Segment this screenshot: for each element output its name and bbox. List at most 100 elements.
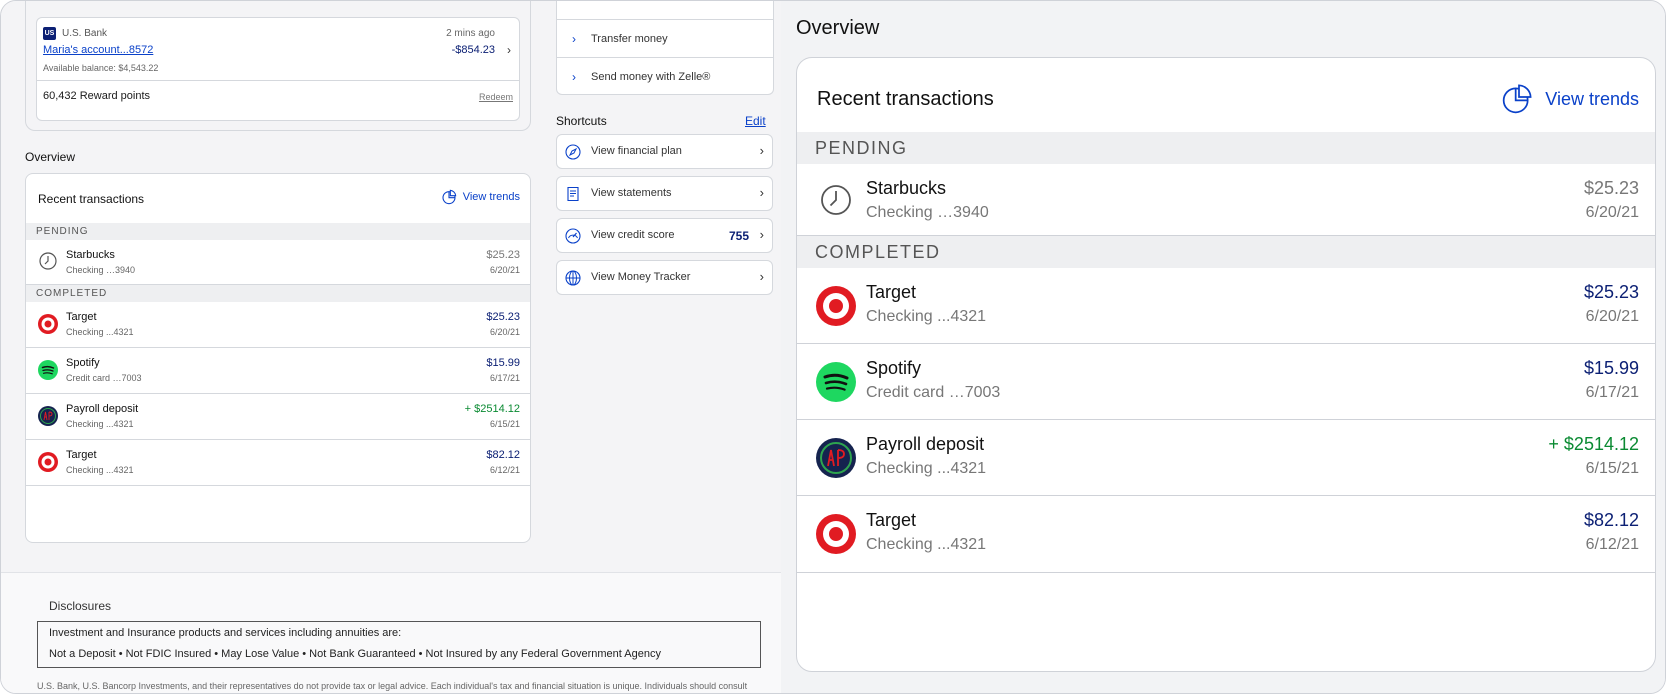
overview-zoomed: Overview Recent transactions View trends… (781, 1, 1665, 693)
recent-transactions-card: Recent transactions View trends PENDING … (796, 57, 1656, 672)
completed-header: COMPLETED (26, 285, 530, 302)
transaction-amount: $82.12 (486, 449, 520, 461)
action-label: Send money with Zelle® (591, 70, 711, 83)
divider (37, 80, 519, 81)
chevron-right-icon: › (572, 31, 576, 46)
shortcut-label: View Money Tracker (591, 271, 691, 283)
spotify-logo-icon (816, 362, 856, 402)
chevron-right-icon: › (759, 269, 764, 284)
chevron-right-icon: › (759, 143, 764, 158)
credit-score-value: 755 (728, 229, 749, 243)
zelle-item[interactable]: › Send money with Zelle® (557, 57, 773, 95)
transaction-amount: $25.23 (1583, 178, 1639, 198)
account-link[interactable]: Maria's account...8572 (43, 44, 153, 56)
view-trends-label: View trends (1545, 88, 1639, 109)
transaction-name: Payroll deposit (66, 403, 139, 415)
shortcut-credit-score[interactable]: View credit score 755 › (556, 218, 773, 253)
transaction-row[interactable]: Target Checking ...4321 $25.23 6/20/21 (26, 302, 530, 348)
disclosure-line: Not a Deposit • Not FDIC Insured • May L… (49, 648, 661, 660)
disclosure-line: Investment and Insurance products and se… (49, 627, 402, 639)
document-icon (567, 186, 579, 202)
transaction-row[interactable]: Starbucks Checking …3940 $25.23 6/20/21 (26, 240, 530, 285)
target-logo-icon (38, 452, 58, 472)
target-logo-icon (816, 286, 856, 326)
chevron-right-icon[interactable]: › (507, 43, 511, 57)
transaction-amount: + $2514.12 (464, 403, 520, 415)
transaction-date: 6/15/21 (489, 419, 520, 429)
account-amount: -$854.23 (451, 44, 495, 56)
transaction-name: Target (866, 510, 917, 530)
account-timestamp: 2 mins ago (446, 28, 495, 39)
transaction-date: 6/20/21 (489, 327, 520, 337)
transaction-name: Payroll deposit (866, 434, 985, 454)
transaction-row[interactable]: Starbucks Checking …3940 $25.23 6/20/21 (797, 164, 1655, 236)
bank-name: U.S. Bank (62, 28, 108, 39)
view-trends-label: View trends (462, 191, 520, 203)
transaction-account: Checking ...4321 (66, 465, 134, 475)
transaction-row[interactable]: Spotify Credit card …7003 $15.99 6/17/21 (26, 348, 530, 394)
transaction-amount: + $2514.12 (1548, 434, 1639, 454)
chevron-right-icon: › (759, 185, 764, 200)
action-label: Transfer money (591, 32, 668, 45)
transaction-account: Checking ...4321 (66, 419, 134, 429)
spotify-logo-icon (38, 360, 58, 380)
shortcut-label: View statements (591, 187, 672, 199)
recent-transactions-card: Recent transactions View trends PENDING … (25, 173, 531, 543)
shortcut-label: View credit score (591, 229, 675, 241)
transaction-name: Target (66, 311, 97, 323)
transaction-amount: $25.23 (1583, 282, 1639, 302)
view-trends-button[interactable]: View trends (441, 189, 520, 205)
transaction-row[interactable]: Target Checking ...4321 $82.12 6/12/21 (797, 496, 1655, 573)
transaction-name: Spotify (66, 357, 100, 369)
edit-shortcuts-link[interactable]: Edit (745, 114, 766, 128)
transaction-name: Spotify (866, 358, 922, 378)
transaction-row[interactable]: Payroll deposit Checking ...4321 + $2514… (797, 420, 1655, 496)
transaction-name: Starbucks (66, 249, 115, 261)
globe-icon (565, 270, 581, 286)
clock-icon (39, 252, 57, 270)
overview-title: Overview (25, 150, 76, 164)
transaction-account: Checking ...4321 (866, 460, 987, 477)
transfer-money-item[interactable]: › Transfer money (557, 19, 773, 57)
recent-transactions-title: Recent transactions (817, 88, 994, 110)
compass-icon (565, 144, 581, 160)
disclosure-fine-print: U.S. Bank, U.S. Bancorp Investments, and… (37, 681, 748, 691)
us-bank-logo-icon: US (43, 27, 56, 40)
shortcuts-title: Shortcuts (556, 114, 607, 128)
transaction-account: Checking ...4321 (66, 327, 134, 337)
transaction-row[interactable]: Spotify Credit card …7003 $15.99 6/17/21 (797, 344, 1655, 420)
shortcut-statements[interactable]: View statements › (556, 176, 773, 211)
disclosures-box: Investment and Insurance products and se… (37, 621, 761, 668)
transaction-amount: $25.23 (486, 311, 520, 323)
gauge-icon (565, 228, 581, 244)
target-logo-icon (816, 514, 856, 554)
transaction-name: Starbucks (866, 178, 947, 198)
completed-header: COMPLETED (797, 236, 1655, 268)
view-trends-button[interactable]: View trends (1501, 83, 1639, 115)
transaction-date: 6/20/21 (1585, 308, 1639, 325)
transaction-amount: $25.23 (486, 249, 520, 261)
pending-header: PENDING (26, 223, 530, 240)
reward-points: 60,432 Reward points (43, 90, 151, 102)
transaction-date: 6/12/21 (489, 465, 520, 475)
account-summary: US U.S. Bank 2 mins ago Maria's account.… (36, 17, 520, 121)
transaction-row[interactable]: Target Checking ...4321 $25.23 6/20/21 (797, 268, 1655, 344)
transaction-account: Credit card …7003 (66, 373, 142, 383)
transaction-date: 6/17/21 (1585, 384, 1639, 401)
shortcut-financial-plan[interactable]: View financial plan › (556, 134, 773, 169)
shortcut-money-tracker[interactable]: View Money Tracker › (556, 260, 773, 295)
recent-transactions-title: Recent transactions (38, 192, 145, 206)
app-frame: US U.S. Bank 2 mins ago Maria's account.… (0, 0, 1666, 694)
transaction-amount: $15.99 (1583, 358, 1639, 378)
pie-chart-icon (442, 189, 456, 205)
transaction-row[interactable]: Payroll deposit Checking ...4321 + $2514… (26, 394, 530, 440)
transaction-date: 6/15/21 (1585, 460, 1639, 477)
transaction-amount: $15.99 (486, 357, 520, 369)
disclosures-title: Disclosures (49, 599, 112, 613)
transaction-account: Checking ...4321 (866, 536, 987, 553)
transaction-row[interactable]: Target Checking ...4321 $82.12 6/12/21 (26, 440, 530, 486)
redeem-link[interactable]: Redeem (479, 92, 513, 102)
chevron-right-icon: › (572, 69, 576, 84)
transaction-account: Checking …3940 (866, 204, 989, 221)
payroll-logo-icon (38, 406, 58, 426)
